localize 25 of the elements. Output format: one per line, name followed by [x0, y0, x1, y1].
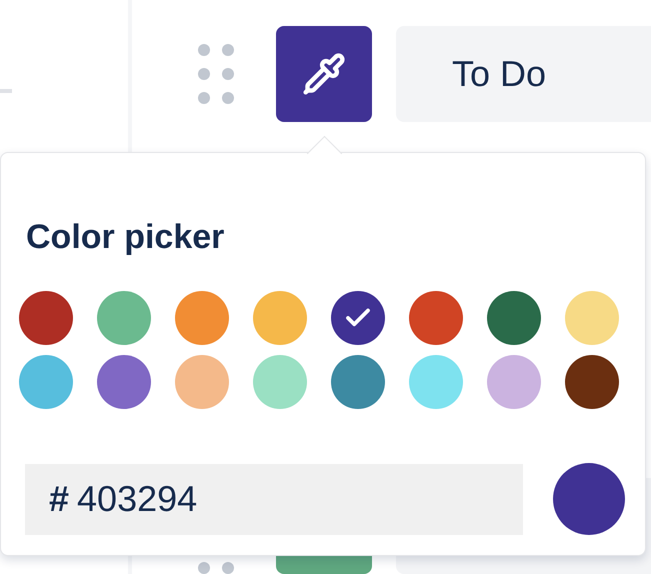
color-swatch[interactable]: [565, 355, 619, 409]
eyedropper-icon: [302, 52, 346, 96]
color-button[interactable]: [276, 26, 372, 122]
color-swatch[interactable]: [331, 355, 385, 409]
drag-handle-icon[interactable]: [198, 44, 234, 104]
color-swatch[interactable]: [487, 355, 541, 409]
color-swatch[interactable]: [253, 355, 307, 409]
hex-field[interactable]: # 403294: [25, 464, 523, 534]
hash-prefix: #: [49, 478, 70, 520]
color-swatch[interactable]: [253, 291, 307, 345]
status-label: To Do: [452, 54, 546, 94]
color-swatch[interactable]: [19, 355, 73, 409]
color-swatch[interactable]: [487, 291, 541, 345]
hex-input[interactable]: 403294: [77, 478, 378, 520]
color-swatch[interactable]: [175, 355, 229, 409]
color-swatch[interactable]: [409, 291, 463, 345]
color-swatch[interactable]: [409, 355, 463, 409]
popover-title: Color picker: [26, 217, 226, 258]
color-swatch[interactable]: [175, 291, 229, 345]
color-swatch[interactable]: [19, 291, 73, 345]
color-swatch[interactable]: [331, 291, 385, 345]
color-swatch[interactable]: [565, 291, 619, 345]
color-swatch[interactable]: [97, 355, 151, 409]
status-field[interactable]: To Do: [396, 26, 651, 122]
color-swatch[interactable]: [97, 291, 151, 345]
